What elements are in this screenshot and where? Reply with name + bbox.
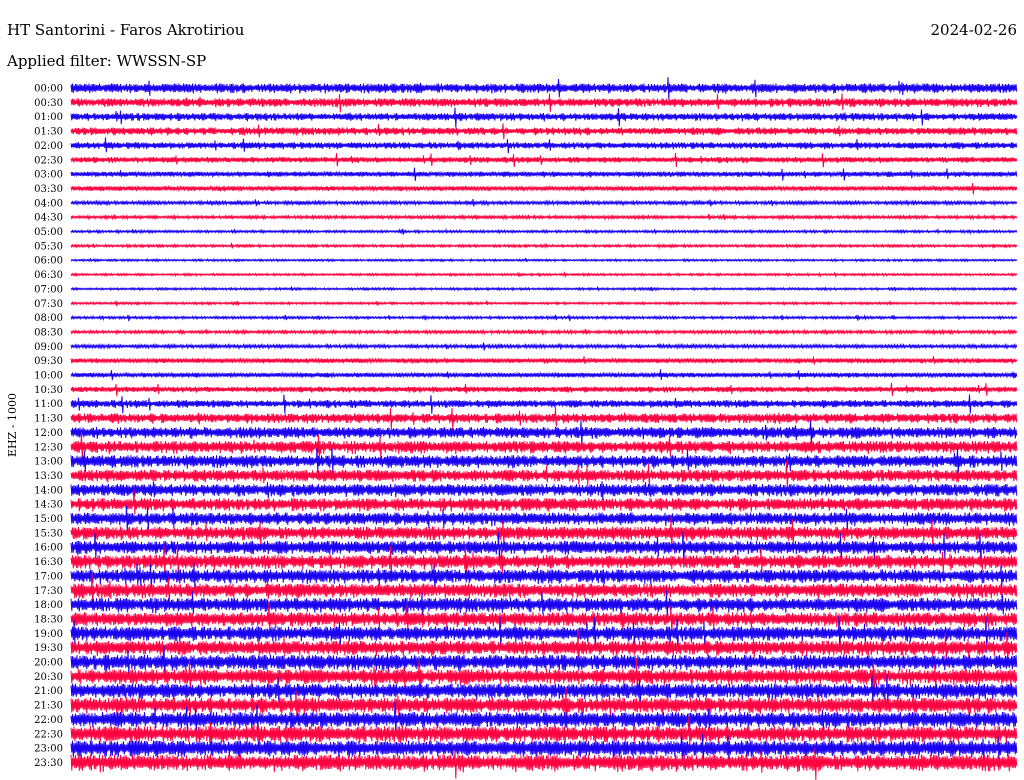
trace-line <box>70 152 1018 168</box>
row-time-label: 11:30 <box>34 414 63 425</box>
row-time-label: 06:00 <box>34 256 63 267</box>
trace-line <box>70 314 1018 322</box>
time-tick-labels: 00:00 00:30 01:00 01:30 02:00 02:30 03:00 03:30… <box>34 84 63 769</box>
trace-line <box>70 198 1018 207</box>
trace-line <box>70 123 1018 140</box>
row-time-label: 17:00 <box>34 571 63 582</box>
trace-line <box>70 213 1018 221</box>
row-time-label: 07:00 <box>34 284 63 295</box>
trace-line <box>70 137 1018 154</box>
trace-line <box>70 356 1018 365</box>
row-time-label: 09:30 <box>34 356 63 367</box>
trace-line <box>70 562 1018 592</box>
row-time-label: 08:00 <box>34 313 63 324</box>
row-time-label: 20:00 <box>34 658 63 669</box>
row-time-label: 14:00 <box>34 485 63 496</box>
trace-line <box>70 382 1018 397</box>
trace-line <box>70 270 1018 279</box>
trace-line <box>70 257 1018 263</box>
row-time-label: 12:00 <box>34 428 63 439</box>
row-time-label: 18:00 <box>34 600 63 611</box>
row-time-label: 03:30 <box>34 184 63 195</box>
row-time-label: 19:00 <box>34 629 63 640</box>
trace-line <box>70 242 1018 250</box>
row-time-label: 00:00 <box>34 84 63 95</box>
row-time-label: 23:30 <box>34 758 63 769</box>
row-time-label: 12:30 <box>34 442 63 453</box>
row-time-label: 13:00 <box>34 457 63 468</box>
row-time-label: 09:00 <box>34 342 63 353</box>
row-time-label: 19:30 <box>34 643 63 654</box>
row-time-label: 15:00 <box>34 514 63 525</box>
trace-line <box>70 407 1018 430</box>
trace-line <box>70 167 1018 181</box>
trace-line <box>70 227 1018 236</box>
row-time-label: 18:30 <box>34 614 63 625</box>
row-time-label: 22:30 <box>34 729 63 740</box>
row-time-label: 01:00 <box>34 112 63 123</box>
row-time-label: 22:00 <box>34 715 63 726</box>
row-time-label: 02:00 <box>34 141 63 152</box>
row-time-label: 15:30 <box>34 528 63 539</box>
row-time-label: 05:00 <box>34 227 63 238</box>
row-time-label: 04:00 <box>34 198 63 209</box>
row-time-label: 10:30 <box>34 385 63 396</box>
trace-line <box>70 394 1018 414</box>
row-time-label: 08:30 <box>34 327 63 338</box>
trace-line <box>70 107 1018 128</box>
trace-line <box>70 93 1018 113</box>
row-time-label: 11:00 <box>34 399 63 410</box>
row-time-label: 06:30 <box>34 270 63 281</box>
trace-line <box>70 300 1018 307</box>
row-time-label: 07:30 <box>34 299 63 310</box>
row-time-label: 04:30 <box>34 213 63 224</box>
trace-line <box>70 369 1018 381</box>
trace-group <box>70 77 1018 780</box>
row-time-label: 00:30 <box>34 98 63 109</box>
row-time-label: 10:00 <box>34 371 63 382</box>
trace-line <box>70 328 1018 336</box>
row-time-label: 23:00 <box>34 744 63 755</box>
row-time-label: 13:30 <box>34 471 63 482</box>
row-time-label: 02:30 <box>34 155 63 166</box>
row-time-label: 21:30 <box>34 701 63 712</box>
trace-line <box>70 77 1018 100</box>
row-time-label: 01:30 <box>34 127 63 138</box>
trace-line <box>70 285 1018 292</box>
row-time-label: 14:30 <box>34 500 63 511</box>
row-time-label: 03:00 <box>34 170 63 181</box>
seismogram-plot: 00:00 00:30 01:00 01:30 02:00 02:30 03:00 03:30… <box>34 77 1018 780</box>
trace-line <box>70 481 1018 500</box>
row-time-label: 21:00 <box>34 686 63 697</box>
row-time-label: 16:00 <box>34 543 63 554</box>
row-time-label: 17:30 <box>34 586 63 597</box>
row-time-label: 20:30 <box>34 672 63 683</box>
row-time-label: 05:30 <box>34 241 63 252</box>
row-time-label: 16:30 <box>34 557 63 568</box>
trace-line <box>70 183 1018 195</box>
trace-line <box>70 342 1018 351</box>
